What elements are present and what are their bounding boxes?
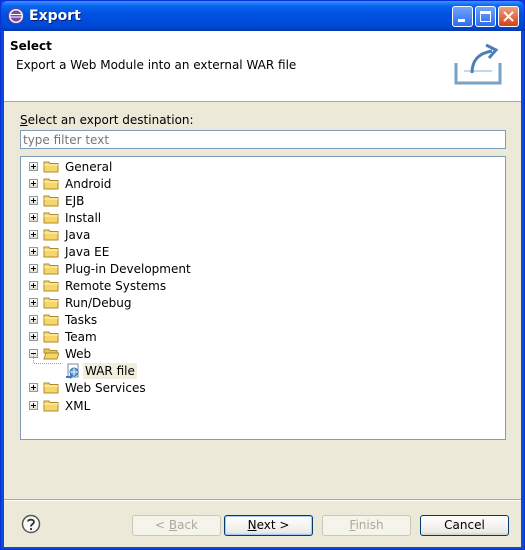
- expand-icon[interactable]: [29, 401, 38, 410]
- minimize-button[interactable]: [452, 6, 473, 27]
- finish-label: inish: [355, 518, 384, 532]
- folder-icon: [43, 178, 59, 190]
- wizard-header: Select Export a Web Module into an exter…: [4, 31, 521, 102]
- expand-icon[interactable]: [29, 315, 38, 324]
- folder-icon: [43, 246, 59, 258]
- destination-label-text: elect an export destination:: [27, 113, 194, 127]
- back-prefix: <: [154, 518, 169, 532]
- folder-icon: [43, 161, 59, 173]
- back-button[interactable]: < Back: [132, 515, 221, 536]
- war-file-icon: [66, 363, 79, 379]
- tree-item[interactable]: EJB: [29, 192, 86, 209]
- next-mnemonic: N: [247, 518, 257, 532]
- folder-icon: [43, 212, 59, 224]
- expand-icon[interactable]: [29, 162, 38, 171]
- tree-item-label: Tasks: [65, 312, 98, 327]
- tree-item[interactable]: Web Services: [29, 379, 148, 396]
- tree-item[interactable]: Run/Debug: [29, 294, 134, 311]
- tree-item-label: Run/Debug: [65, 295, 132, 310]
- tree-item[interactable]: Plug-in Development: [29, 260, 193, 277]
- maximize-button[interactable]: [475, 6, 496, 27]
- cancel-button[interactable]: Cancel: [420, 515, 509, 536]
- tree-item-label: Java EE: [65, 244, 110, 259]
- folder-icon: [43, 195, 59, 207]
- tree-item[interactable]: Remote Systems: [29, 277, 168, 294]
- destination-label: Select an export destination:: [20, 113, 194, 127]
- tree-item-label: Web Services: [65, 380, 146, 395]
- expand-icon[interactable]: [29, 281, 38, 290]
- minimize-icon: [458, 19, 465, 22]
- expand-icon[interactable]: [29, 383, 38, 392]
- help-icon[interactable]: [21, 514, 41, 534]
- folder-icon: [43, 263, 59, 275]
- expand-icon[interactable]: [29, 332, 38, 341]
- maximize-icon: [480, 11, 491, 22]
- button-bar-separator: [4, 499, 521, 501]
- tree-item-label: Team: [65, 329, 97, 344]
- tree-item[interactable]: XML: [29, 397, 92, 414]
- expand-icon[interactable]: [29, 179, 38, 188]
- tree-item-label: Install: [65, 210, 102, 225]
- back-label: ack: [177, 518, 198, 532]
- expand-icon[interactable]: [29, 213, 38, 222]
- tree-item[interactable]: Team: [29, 328, 99, 345]
- folder-icon: [43, 314, 59, 326]
- close-button[interactable]: [498, 6, 519, 27]
- next-label: ext >: [256, 518, 290, 532]
- filter-input[interactable]: [20, 130, 506, 149]
- tree-item-label: WAR file: [83, 362, 137, 379]
- wizard-body: Select an export destination: General An…: [4, 102, 521, 462]
- tree-item-label: Plug-in Development: [65, 261, 191, 276]
- tree-item-label: Web: [65, 346, 92, 361]
- mnemonic-s: S: [20, 113, 28, 127]
- tree-item[interactable]: Android: [29, 175, 113, 192]
- next-button[interactable]: Next >: [224, 515, 313, 536]
- folder-icon: [43, 229, 59, 241]
- export-destination-tree[interactable]: General Android EJB Install Java Java EE…: [20, 156, 506, 440]
- tree-connector: [33, 354, 61, 364]
- expand-icon[interactable]: [29, 247, 38, 256]
- expand-icon[interactable]: [29, 230, 38, 239]
- close-icon: [503, 11, 514, 22]
- dialog-client: Select Export a Web Module into an exter…: [4, 31, 521, 547]
- finish-button[interactable]: Finish: [322, 515, 411, 536]
- export-dialog: Export Select Export a Web Module into a…: [0, 0, 525, 550]
- tree-item[interactable]: General: [29, 158, 114, 175]
- folder-icon: [43, 297, 59, 309]
- window-title: Export: [29, 8, 81, 24]
- tree-item[interactable]: Java: [29, 226, 92, 243]
- export-banner-icon: [454, 43, 502, 85]
- page-description: Export a Web Module into an external WAR…: [16, 58, 297, 72]
- folder-icon: [43, 280, 59, 292]
- expand-icon[interactable]: [29, 298, 38, 307]
- folder-icon: [43, 331, 59, 343]
- tree-item-label: XML: [65, 398, 91, 413]
- tree-item[interactable]: Tasks: [29, 311, 99, 328]
- folder-icon: [43, 382, 59, 394]
- tree-item[interactable]: Java EE: [29, 243, 111, 260]
- tree-item-war-file[interactable]: WAR file: [65, 362, 137, 379]
- tree-item-label: Remote Systems: [65, 278, 167, 293]
- tree-item-label: General: [65, 159, 113, 174]
- folder-icon: [43, 400, 59, 412]
- tree-item[interactable]: Install: [29, 209, 103, 226]
- expand-icon[interactable]: [29, 264, 38, 273]
- page-title: Select: [10, 39, 52, 53]
- expand-icon[interactable]: [29, 196, 38, 205]
- tree-item-label: EJB: [65, 193, 85, 208]
- title-bar[interactable]: Export: [1, 1, 524, 31]
- tree-item-label: Android: [65, 176, 112, 191]
- eclipse-icon: [8, 8, 24, 24]
- back-mnemonic: B: [168, 518, 178, 532]
- tree-item-label: Java: [65, 227, 91, 242]
